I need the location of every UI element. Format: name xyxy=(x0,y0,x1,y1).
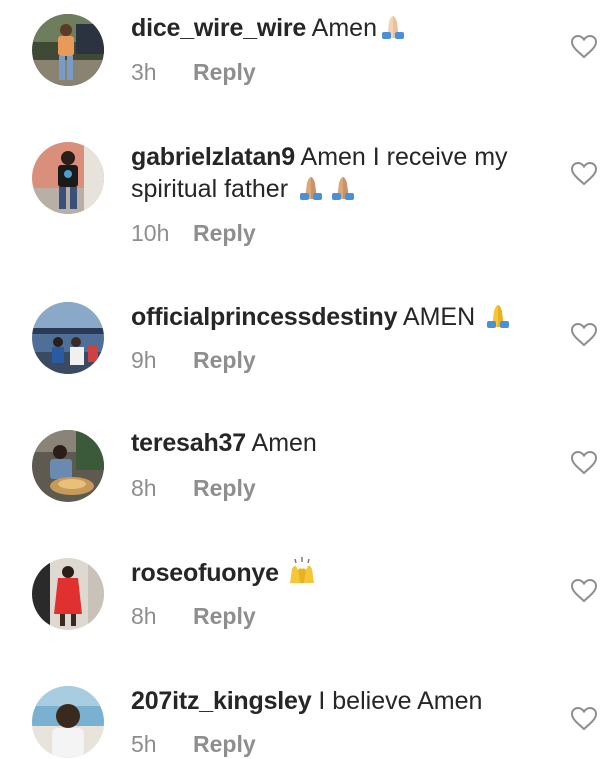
comment-username[interactable]: dice_wire_wire xyxy=(131,14,306,42)
avatar[interactable] xyxy=(32,14,104,86)
comment-meta: 9h Reply xyxy=(131,346,256,374)
folded-hands-medium-icon xyxy=(295,173,327,201)
avatar-photo xyxy=(32,142,104,214)
like-button[interactable] xyxy=(570,34,598,60)
comment-username[interactable]: teresah37 xyxy=(131,429,246,457)
like-button[interactable] xyxy=(570,578,598,604)
comment-meta: 3h Reply xyxy=(131,58,256,86)
comment-text: officialprincessdestiny AMEN xyxy=(131,301,561,333)
reply-button[interactable]: Reply xyxy=(193,475,256,501)
comment-meta: 8h Reply xyxy=(131,474,256,502)
folded-hands-yellow-icon xyxy=(482,301,514,329)
comment-username[interactable]: roseofuonye xyxy=(131,559,279,587)
comment-text: teresah37 Amen xyxy=(131,427,561,459)
avatar[interactable] xyxy=(32,686,104,758)
comment-time: 10h xyxy=(131,220,170,246)
comment-text: roseofuonye xyxy=(131,557,561,589)
folded-hands-light-icon xyxy=(377,12,409,40)
heart-outline-icon xyxy=(570,34,598,59)
avatar-photo xyxy=(32,14,104,86)
like-button[interactable] xyxy=(570,322,598,348)
avatar-photo xyxy=(32,686,104,758)
heart-outline-icon xyxy=(570,578,598,603)
avatar-photo xyxy=(32,302,104,374)
comment-meta: 8h Reply xyxy=(131,602,256,630)
like-button[interactable] xyxy=(570,706,598,732)
comment-body: AMEN xyxy=(402,303,476,331)
reply-button[interactable]: Reply xyxy=(193,220,256,246)
comment-body: Amen xyxy=(251,429,317,457)
comment-meta: 10h Reply xyxy=(131,219,256,247)
avatar[interactable] xyxy=(32,142,104,214)
comment-username[interactable]: 207itz_kingsley xyxy=(131,687,312,715)
comment-meta: 5h Reply xyxy=(131,730,256,758)
heart-outline-icon xyxy=(570,450,598,475)
like-button[interactable] xyxy=(570,450,598,476)
reply-button[interactable]: Reply xyxy=(193,731,256,757)
heart-outline-icon xyxy=(570,322,598,347)
comment-time: 3h xyxy=(131,59,157,85)
comment-time: 5h xyxy=(131,731,157,757)
comment-time: 9h xyxy=(131,347,157,373)
comment-time: 8h xyxy=(131,475,157,501)
reply-button[interactable]: Reply xyxy=(193,59,256,85)
heart-outline-icon xyxy=(570,161,598,186)
reply-button[interactable]: Reply xyxy=(193,347,256,373)
avatar-photo xyxy=(32,430,104,502)
reply-button[interactable]: Reply xyxy=(193,603,256,629)
heart-outline-icon xyxy=(570,706,598,731)
comment-time: 8h xyxy=(131,603,157,629)
comment-body: I believe Amen xyxy=(318,687,483,715)
avatar[interactable] xyxy=(32,430,104,502)
avatar[interactable] xyxy=(32,558,104,630)
avatar[interactable] xyxy=(32,302,104,374)
raising-hands-icon xyxy=(286,557,318,585)
avatar-photo xyxy=(32,558,104,630)
folded-hands-medium-icon xyxy=(327,173,359,201)
comment-text: 207itz_kingsley I believe Amen xyxy=(131,685,561,717)
comment-username[interactable]: gabrielzlatan9 xyxy=(131,143,295,171)
comment-body: Amen xyxy=(311,14,377,42)
comment-text: gabrielzlatan9 Amen I receive my spiritu… xyxy=(131,141,561,205)
comment-text: dice_wire_wire Amen xyxy=(131,12,561,44)
like-button[interactable] xyxy=(570,161,598,187)
comment-username[interactable]: officialprincessdestiny xyxy=(131,303,398,331)
